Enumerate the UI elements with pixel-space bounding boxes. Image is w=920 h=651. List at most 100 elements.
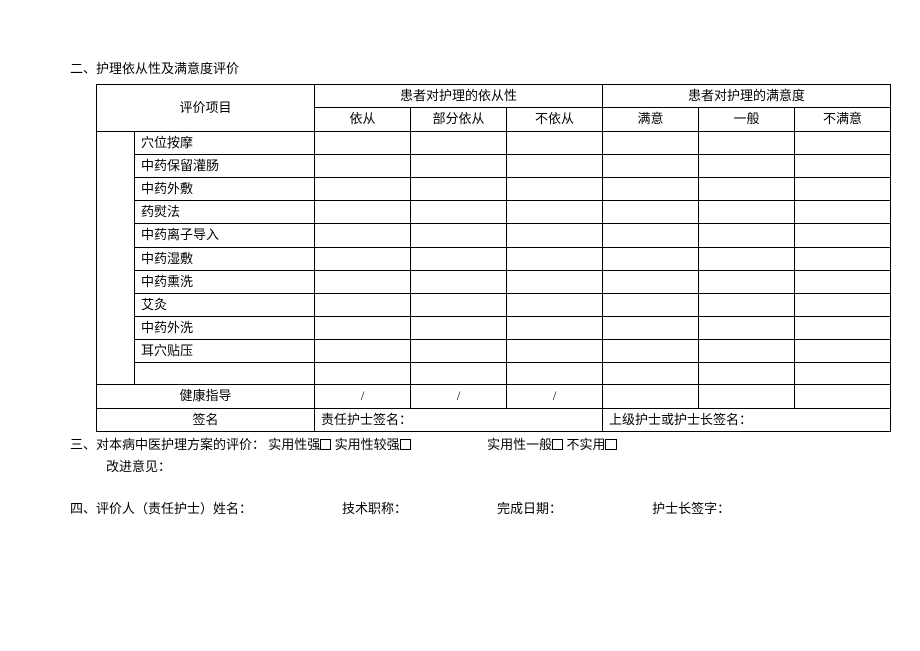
col-unsatisfied: 不满意: [795, 108, 891, 131]
table-row: 中药保留灌肠: [97, 154, 891, 177]
cell[interactable]: [795, 247, 891, 270]
cell[interactable]: [699, 340, 795, 363]
cell[interactable]: [699, 317, 795, 340]
cell[interactable]: [315, 363, 411, 385]
cell[interactable]: [507, 224, 603, 247]
cell[interactable]: [603, 154, 699, 177]
cell[interactable]: [315, 154, 411, 177]
cell[interactable]: [411, 224, 507, 247]
cell[interactable]: [699, 247, 795, 270]
cell[interactable]: [507, 154, 603, 177]
cell[interactable]: [315, 317, 411, 340]
section-4: 四、评价人（责任护士）姓名：技术职称：完成日期：护士长签字：: [70, 500, 850, 518]
cell[interactable]: [507, 340, 603, 363]
cell[interactable]: [315, 293, 411, 316]
cell[interactable]: [795, 270, 891, 293]
cell[interactable]: [795, 131, 891, 154]
cell[interactable]: [507, 177, 603, 200]
cell[interactable]: [603, 270, 699, 293]
checkbox-icon[interactable]: [400, 439, 411, 450]
cell[interactable]: [699, 154, 795, 177]
cell[interactable]: [603, 340, 699, 363]
cell[interactable]: [795, 201, 891, 224]
cell[interactable]: [315, 340, 411, 363]
table-row: [97, 363, 891, 385]
cell[interactable]: [603, 201, 699, 224]
section-3: 三、对本病中医护理方案的评价： 实用性强 实用性较强 实用性一般 不实用 改进意…: [70, 436, 850, 476]
cell[interactable]: [315, 201, 411, 224]
cell[interactable]: [603, 317, 699, 340]
senior-nurse-signature[interactable]: 上级护士或护士长签名：: [603, 408, 891, 431]
cell[interactable]: [795, 154, 891, 177]
signature-row-label: 签名: [97, 408, 315, 431]
opt-fairly-strong: 实用性较强: [335, 437, 400, 452]
cell[interactable]: [795, 224, 891, 247]
cell[interactable]: [699, 224, 795, 247]
cell[interactable]: [699, 270, 795, 293]
cell[interactable]: [603, 177, 699, 200]
cell[interactable]: [315, 177, 411, 200]
cell[interactable]: [795, 385, 891, 408]
cell[interactable]: [411, 247, 507, 270]
col-average: 一般: [699, 108, 795, 131]
cell[interactable]: [603, 131, 699, 154]
cell[interactable]: [603, 224, 699, 247]
cell[interactable]: [411, 154, 507, 177]
cell[interactable]: [507, 201, 603, 224]
table-row: 中药熏洗: [97, 270, 891, 293]
cell[interactable]: [411, 131, 507, 154]
cell[interactable]: [795, 317, 891, 340]
cell[interactable]: [411, 293, 507, 316]
section-4-prefix: 四、: [70, 501, 96, 516]
cell[interactable]: [699, 131, 795, 154]
responsible-nurse-signature[interactable]: 责任护士签名：: [315, 408, 603, 431]
checkbox-icon[interactable]: [605, 439, 616, 450]
cell[interactable]: [795, 177, 891, 200]
cell[interactable]: [603, 247, 699, 270]
cell[interactable]: [315, 270, 411, 293]
date-label: 完成日期：: [497, 501, 562, 516]
signature-row: 签名 责任护士签名： 上级护士或护士长签名：: [97, 408, 891, 431]
row-label: 艾灸: [135, 293, 315, 316]
title-label: 技术职称：: [342, 501, 407, 516]
checkbox-icon[interactable]: [320, 439, 331, 450]
cell[interactable]: [507, 247, 603, 270]
cell[interactable]: [315, 247, 411, 270]
cell[interactable]: [411, 317, 507, 340]
cell[interactable]: [411, 363, 507, 385]
head-nurse-label: 护士长签字：: [652, 501, 730, 516]
cell[interactable]: [603, 385, 699, 408]
col-satisfied: 满意: [603, 108, 699, 131]
cell[interactable]: [507, 317, 603, 340]
cell[interactable]: [507, 363, 603, 385]
cell[interactable]: [411, 201, 507, 224]
cell[interactable]: [507, 270, 603, 293]
cell[interactable]: [603, 363, 699, 385]
cell[interactable]: [795, 340, 891, 363]
cell[interactable]: [507, 293, 603, 316]
row-label: [135, 363, 315, 385]
checkbox-icon[interactable]: [552, 439, 563, 450]
cell[interactable]: [795, 293, 891, 316]
cell[interactable]: [699, 201, 795, 224]
cell[interactable]: [603, 293, 699, 316]
cell[interactable]: [315, 131, 411, 154]
cell[interactable]: [699, 293, 795, 316]
cell[interactable]: [699, 177, 795, 200]
row-label: 中药熏洗: [135, 270, 315, 293]
cell[interactable]: [507, 131, 603, 154]
cell[interactable]: [315, 224, 411, 247]
opt-strong: 实用性强: [268, 437, 320, 452]
col-noncomply: 不依从: [507, 108, 603, 131]
cell[interactable]: [699, 363, 795, 385]
section-3-prefix: 三、对本病中医护理方案的评价：: [70, 437, 265, 452]
cell[interactable]: [411, 177, 507, 200]
cell[interactable]: [411, 340, 507, 363]
cell[interactable]: [795, 363, 891, 385]
header-compliance: 患者对护理的依从性: [315, 85, 603, 108]
row-label: 中药湿敷: [135, 247, 315, 270]
cell[interactable]: [699, 385, 795, 408]
col-comply: 依从: [315, 108, 411, 131]
cell[interactable]: [411, 270, 507, 293]
col-partial: 部分依从: [411, 108, 507, 131]
